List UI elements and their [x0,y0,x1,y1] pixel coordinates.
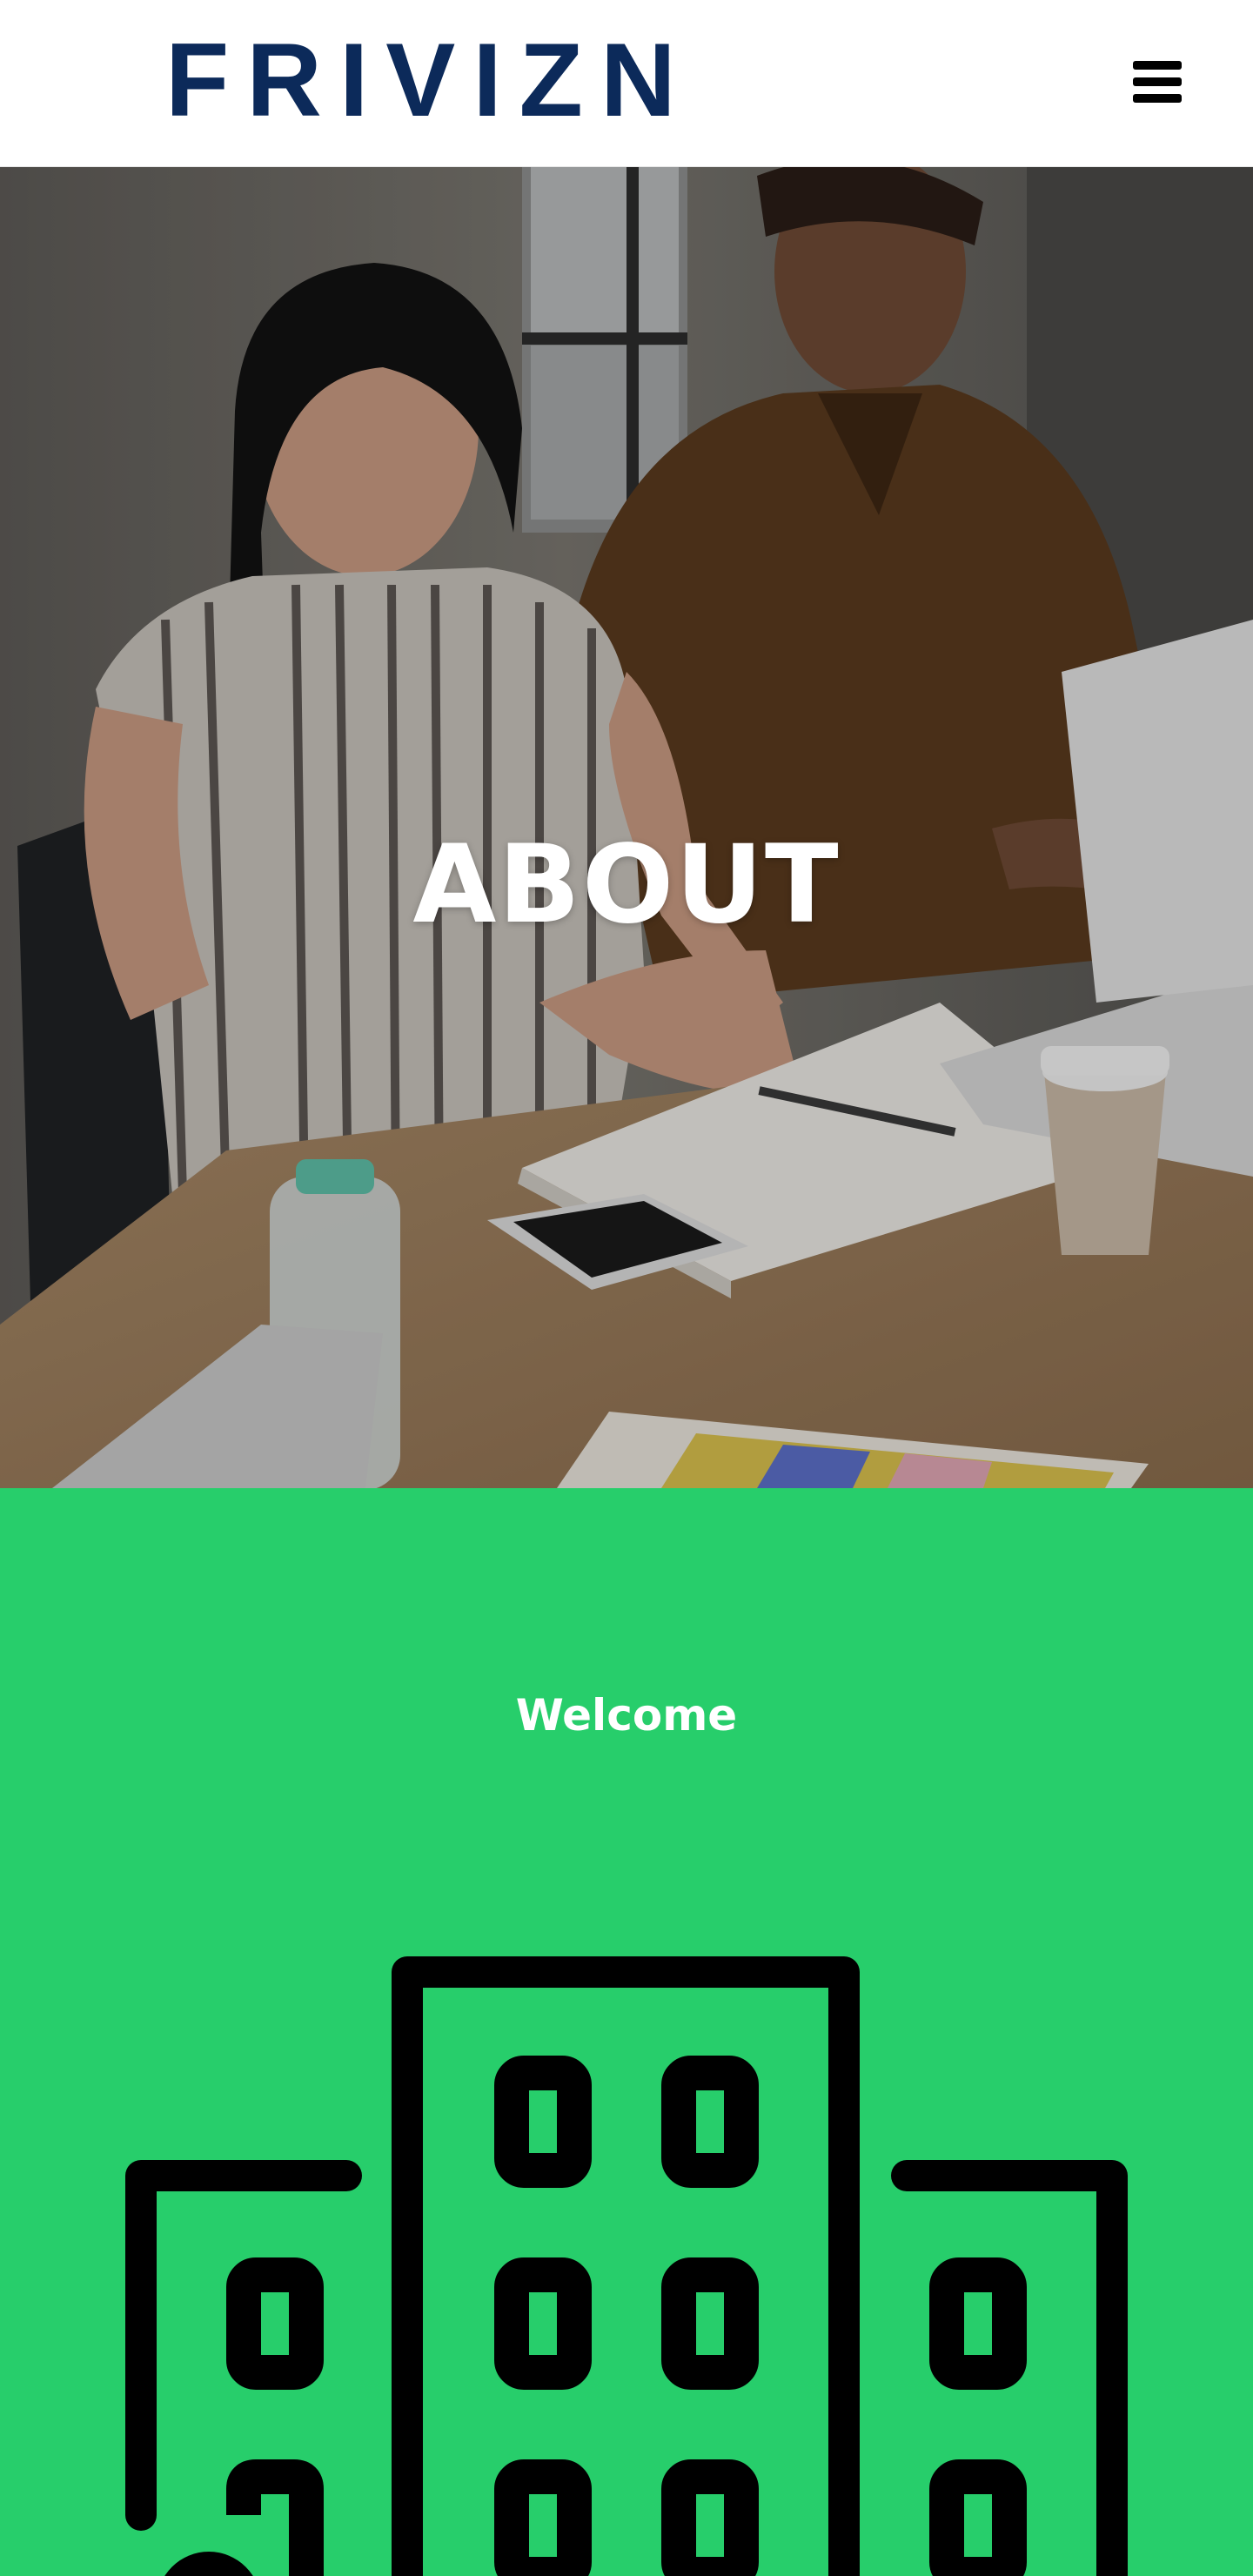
buildings-icon [125,1956,1128,2576]
site-logo[interactable]: FRIVIZN [165,28,694,132]
intro-section: Welcome [0,1488,1253,2576]
menu-button[interactable] [1131,57,1183,106]
hero-banner: ABOUT [0,167,1253,1488]
page-title: ABOUT [412,822,841,949]
hamburger-menu-icon [1133,61,1182,103]
site-header: FRIVIZN [0,0,1253,167]
